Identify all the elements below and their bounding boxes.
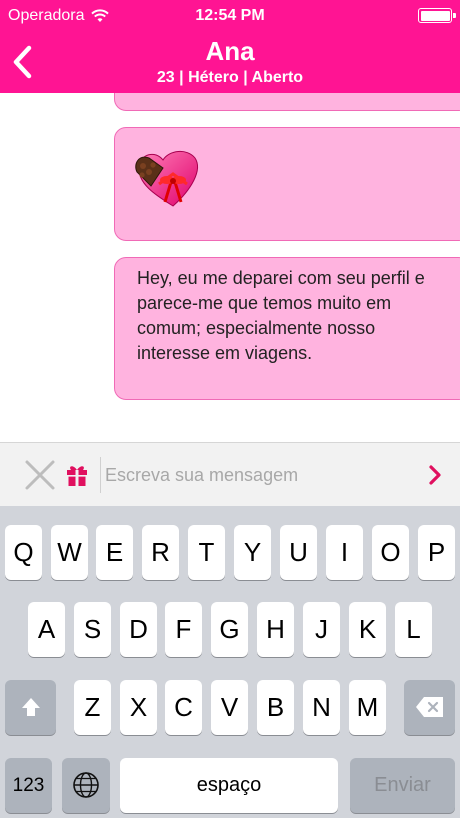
key-u[interactable]: U [280,525,317,580]
key-i[interactable]: I [326,525,363,580]
key-m[interactable]: M [349,680,386,735]
message-input[interactable] [100,457,418,493]
key-j[interactable]: J [303,602,340,657]
contact-details: 23 | Hétero | Aberto [156,69,304,86]
keyboard: Q W E R T Y U I O P A S D F G H J K L Z … [0,506,460,818]
key-z[interactable]: Z [74,680,111,735]
key-h[interactable]: H [257,602,294,657]
globe-icon [73,772,99,798]
key-b[interactable]: B [257,680,294,735]
key-y[interactable]: Y [234,525,271,580]
message-input-bar [0,442,460,506]
space-key[interactable]: espaço [120,758,338,813]
numbers-key[interactable]: 123 [5,758,52,813]
key-c[interactable]: C [165,680,202,735]
chat-area[interactable]: Hey, eu me deparei com seu perfil e pare… [0,93,460,442]
key-f[interactable]: F [165,602,202,657]
shift-icon [21,698,40,716]
delete-key[interactable] [404,680,455,735]
key-d[interactable]: D [120,602,157,657]
chevron-right-icon[interactable] [428,465,442,485]
key-k[interactable]: K [349,602,386,657]
heart-chocolate-box-icon [135,151,198,207]
backspace-icon [415,697,443,717]
globe-key[interactable] [62,758,110,813]
key-l[interactable]: L [395,602,432,657]
gift-message-bubble [114,127,460,241]
shift-key[interactable] [5,680,56,735]
message-bubble: Hey, eu me deparei com seu perfil e pare… [114,257,460,400]
key-a[interactable]: A [28,602,65,657]
key-v[interactable]: V [211,680,248,735]
key-s[interactable]: S [74,602,111,657]
key-w[interactable]: W [51,525,88,580]
key-t[interactable]: T [188,525,225,580]
battery-icon [418,8,456,23]
nav-header: Operadora 12:54 PM Ana 23 | Hétero | Abe… [0,0,460,93]
key-q[interactable]: Q [5,525,42,580]
key-n[interactable]: N [303,680,340,735]
message-bubble [114,93,460,111]
status-bar: Operadora 12:54 PM [0,0,460,32]
gift-icon[interactable] [66,463,88,487]
key-g[interactable]: G [211,602,248,657]
key-e[interactable]: E [96,525,133,580]
key-o[interactable]: O [372,525,409,580]
key-r[interactable]: R [142,525,179,580]
send-key[interactable]: Enviar [350,758,455,813]
close-icon[interactable] [24,459,56,491]
key-x[interactable]: X [120,680,157,735]
clock: 12:54 PM [195,7,265,24]
message-text: Hey, eu me deparei com seu perfil e pare… [137,268,425,363]
key-p[interactable]: P [418,525,455,580]
contact-name: Ana [205,36,255,66]
